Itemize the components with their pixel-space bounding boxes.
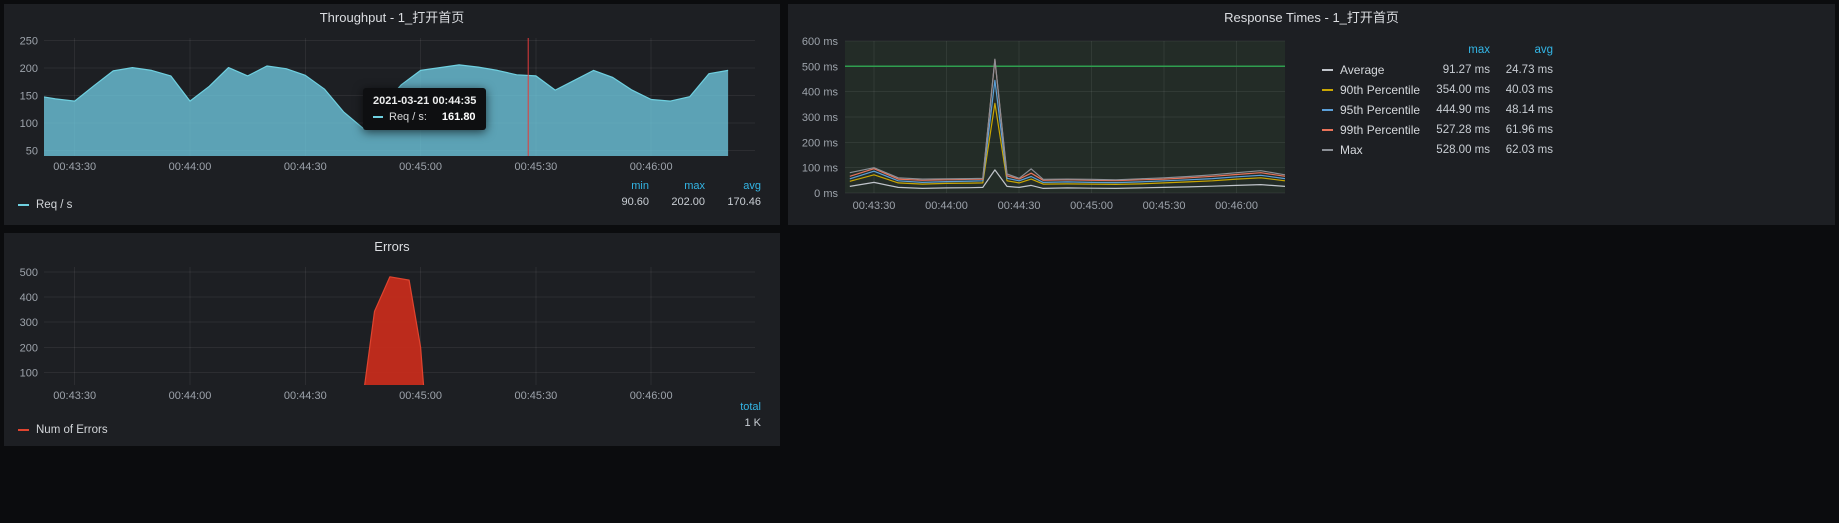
panel-errors: Errors 100 200 300 400 500 00:43:30 00:44:00 00… [4, 233, 780, 446]
legend-header-total[interactable]: total [705, 401, 761, 413]
y-axis-tick-label: 150 [20, 91, 38, 103]
x-axis-tick-label: 00:43:30 [853, 200, 896, 212]
series-color-icon [1322, 89, 1333, 91]
panel-throughput: Throughput - 1_打开首页 50 100 150 200 250 00:43:… [4, 4, 780, 225]
x-axis-tick-label: 00:44:00 [169, 161, 212, 173]
legend-row-average[interactable]: Average 91.27 ms 24.73 ms [1322, 60, 1553, 80]
y-axis-tick-label: 300 ms [802, 112, 839, 124]
series-color-icon [1322, 129, 1333, 131]
legend-stat-max: 202.00 [649, 196, 705, 208]
series-color-icon [1322, 149, 1333, 151]
x-axis-tick-label: 00:45:30 [514, 390, 557, 402]
legend-stat-avg: 170.46 [705, 196, 761, 208]
response-times-chart-canvas[interactable]: 0 ms 100 ms 200 ms 300 ms 400 ms 500 ms 600 ms… [788, 30, 1308, 215]
legend-series-num-of-errors[interactable]: Num of Errors [18, 424, 108, 436]
legend-header-avg[interactable]: avg [705, 180, 761, 192]
y-axis-tick-label: 500 ms [802, 61, 839, 73]
legend-series-label: Req / s [36, 199, 72, 211]
y-axis-tick-label: 400 ms [802, 87, 839, 99]
chart-tooltip: 2021-03-21 00:44:35 Req / s: 161.80 [363, 88, 486, 130]
series-color-icon [18, 204, 29, 206]
x-axis-tick-label: 00:46:00 [1215, 200, 1258, 212]
legend-stat-total: 1 K [705, 417, 761, 429]
series-color-icon [373, 116, 383, 118]
legend-header-max[interactable]: max [1432, 44, 1490, 56]
x-axis-tick-label: 00:45:30 [1143, 200, 1186, 212]
panel-title-errors[interactable]: Errors [4, 233, 780, 259]
panel-response-times: Response Times - 1_打开首页 0 ms 100 ms 200 ms… [788, 4, 1835, 225]
errors-legend-stats: total 1 K [705, 401, 761, 429]
y-axis-tick-label: 200 ms [802, 137, 839, 149]
legend-series-label: Num of Errors [36, 424, 108, 436]
legend-row-99th-percentile[interactable]: 99th Percentile 527.28 ms 61.96 ms [1322, 120, 1553, 140]
x-axis-tick-label: 00:44:30 [284, 161, 327, 173]
legend-row-90th-percentile[interactable]: 90th Percentile 354.00 ms 40.03 ms [1322, 80, 1553, 100]
tooltip-value: 161.80 [442, 111, 476, 123]
panel-title-response-times[interactable]: Response Times - 1_打开首页 [788, 4, 1835, 30]
series-color-icon [1322, 109, 1333, 111]
tooltip-timestamp: 2021-03-21 00:44:35 [373, 95, 476, 107]
y-axis-tick-label: 100 ms [802, 163, 839, 175]
x-axis-tick-label: 00:43:30 [53, 161, 96, 173]
x-axis-tick-label: 00:46:00 [630, 390, 673, 402]
grafana-dashboard: Throughput - 1_打开首页 50 100 150 200 250 00:43:… [0, 0, 1839, 523]
x-axis-tick-label: 00:46:00 [630, 161, 673, 173]
legend-header-avg[interactable]: avg [1490, 44, 1553, 56]
y-axis-tick-label: 50 [26, 146, 38, 158]
legend-header-min[interactable]: min [593, 180, 649, 192]
errors-chart-canvas[interactable]: 100 200 300 400 500 00:43:30 00:44:00 00:44:30 0… [4, 259, 780, 409]
y-axis-tick-label: 400 [20, 292, 38, 304]
series-color-icon [1322, 69, 1333, 71]
panel-title-throughput[interactable]: Throughput - 1_打开首页 [4, 4, 780, 30]
x-axis-tick-label: 00:44:30 [998, 200, 1041, 212]
y-axis-tick-label: 250 [20, 36, 38, 48]
legend-stat-min: 90.60 [593, 196, 649, 208]
y-axis-tick-label: 100 [20, 367, 38, 379]
x-axis-tick-label: 00:45:00 [399, 390, 442, 402]
x-axis-tick-label: 00:45:00 [399, 161, 442, 173]
x-axis-tick-label: 00:45:30 [514, 161, 557, 173]
tooltip-series-label: Req / s: [389, 111, 427, 123]
response-times-legend: max avg Average 91.27 ms 24.73 ms 90th P… [1322, 40, 1553, 160]
legend-header-max[interactable]: max [649, 180, 705, 192]
y-axis-tick-label: 200 [20, 63, 38, 75]
legend-series-req-s[interactable]: Req / s [18, 199, 72, 211]
y-axis-tick-label: 600 ms [802, 36, 839, 48]
y-axis-tick-label: 100 [20, 118, 38, 130]
x-axis-tick-label: 00:44:00 [925, 200, 968, 212]
legend-row-max[interactable]: Max 528.00 ms 62.03 ms [1322, 140, 1553, 160]
series-color-icon [18, 429, 29, 431]
x-axis-tick-label: 00:45:00 [1070, 200, 1113, 212]
x-axis-tick-label: 00:44:30 [284, 390, 327, 402]
legend-row-95th-percentile[interactable]: 95th Percentile 444.90 ms 48.14 ms [1322, 100, 1553, 120]
y-axis-tick-label: 0 ms [814, 188, 838, 200]
y-axis-tick-label: 300 [20, 317, 38, 329]
y-axis-tick-label: 500 [20, 267, 38, 279]
throughput-legend-stats: min max avg 90.60 202.00 170.46 [593, 180, 761, 208]
legend-header-row: max avg [1322, 40, 1553, 60]
x-axis-tick-label: 00:43:30 [53, 390, 96, 402]
x-axis-tick-label: 00:44:00 [169, 390, 212, 402]
y-axis-tick-label: 200 [20, 342, 38, 354]
